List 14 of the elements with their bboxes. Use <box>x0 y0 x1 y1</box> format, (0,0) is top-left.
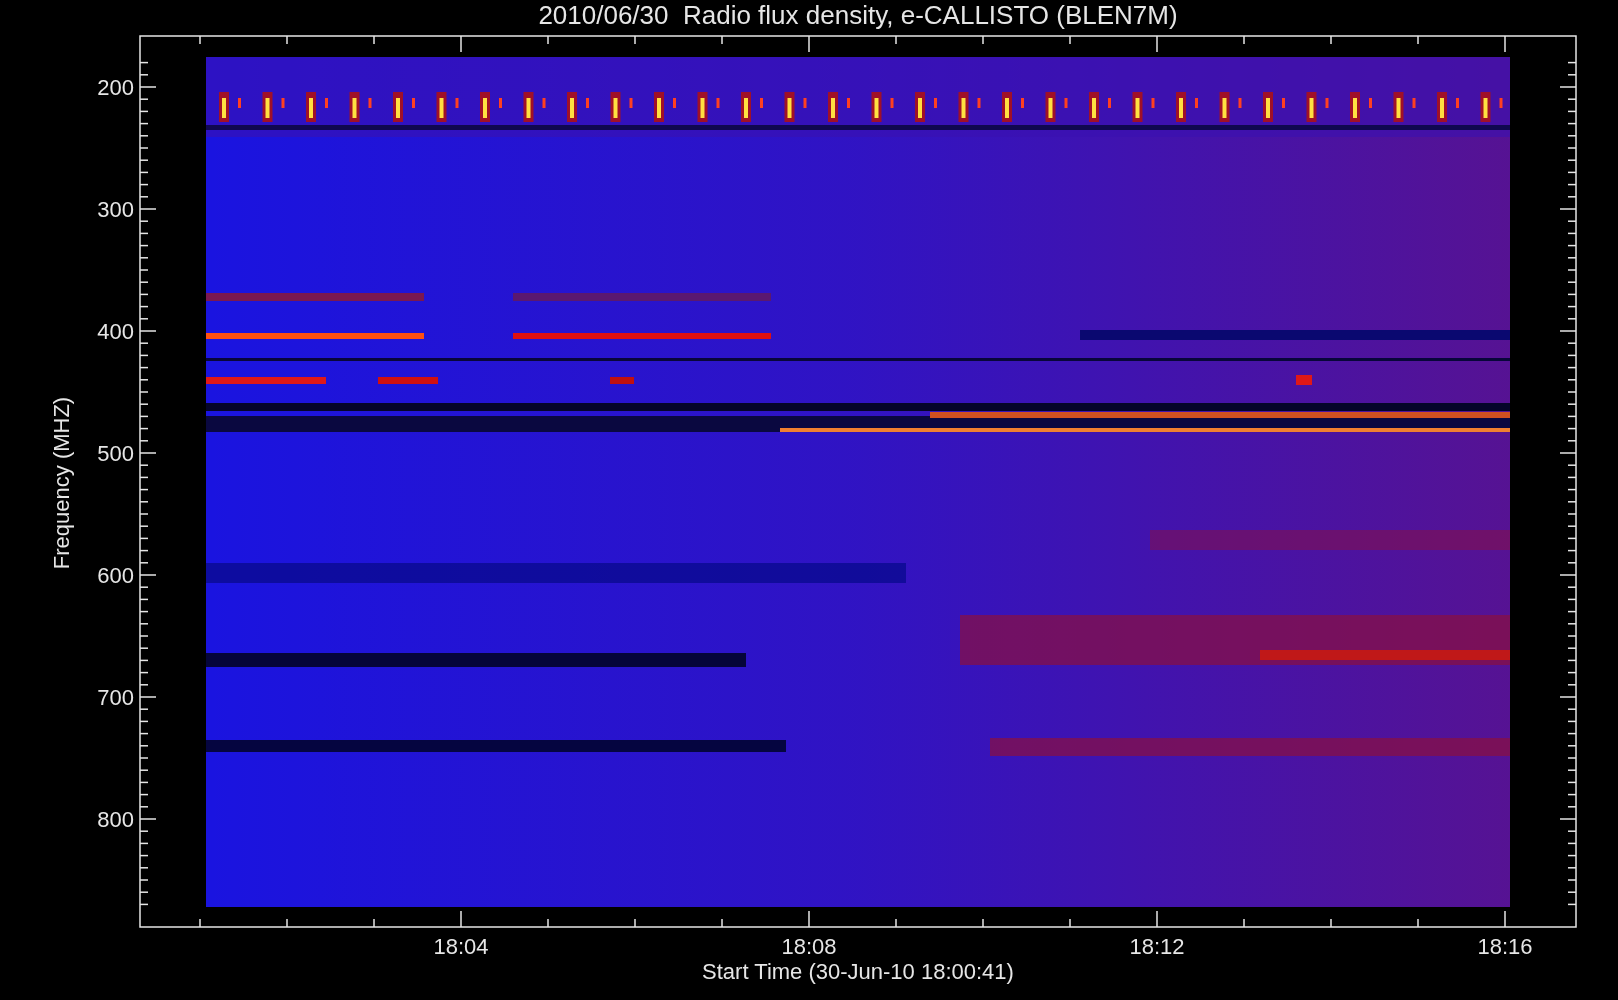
axis-tick-label: 18:12 <box>1129 934 1185 959</box>
axis-tick-label: 18:04 <box>433 934 489 959</box>
axis-tick-label: 18:08 <box>781 934 837 959</box>
axis-tick-label: 300 <box>97 197 134 222</box>
axis-title: Frequency (MHZ) <box>49 396 74 570</box>
axis-title: Start Time (30-Jun-10 18:00:41) <box>702 959 1014 984</box>
axis-tick-label: 700 <box>97 685 134 710</box>
chart-title: 2010/06/30 Radio flux density, e-CALLISTO (BLEN7M) <box>538 0 1178 30</box>
axis-tick-label: 200 <box>97 75 134 100</box>
axis-tick-label: 800 <box>97 807 134 832</box>
axis-tick-label: 600 <box>97 563 134 588</box>
axis-tick-label: 400 <box>97 319 134 344</box>
axis-tick-label: 500 <box>97 441 134 466</box>
axis-tick-label: 18:16 <box>1477 934 1533 959</box>
